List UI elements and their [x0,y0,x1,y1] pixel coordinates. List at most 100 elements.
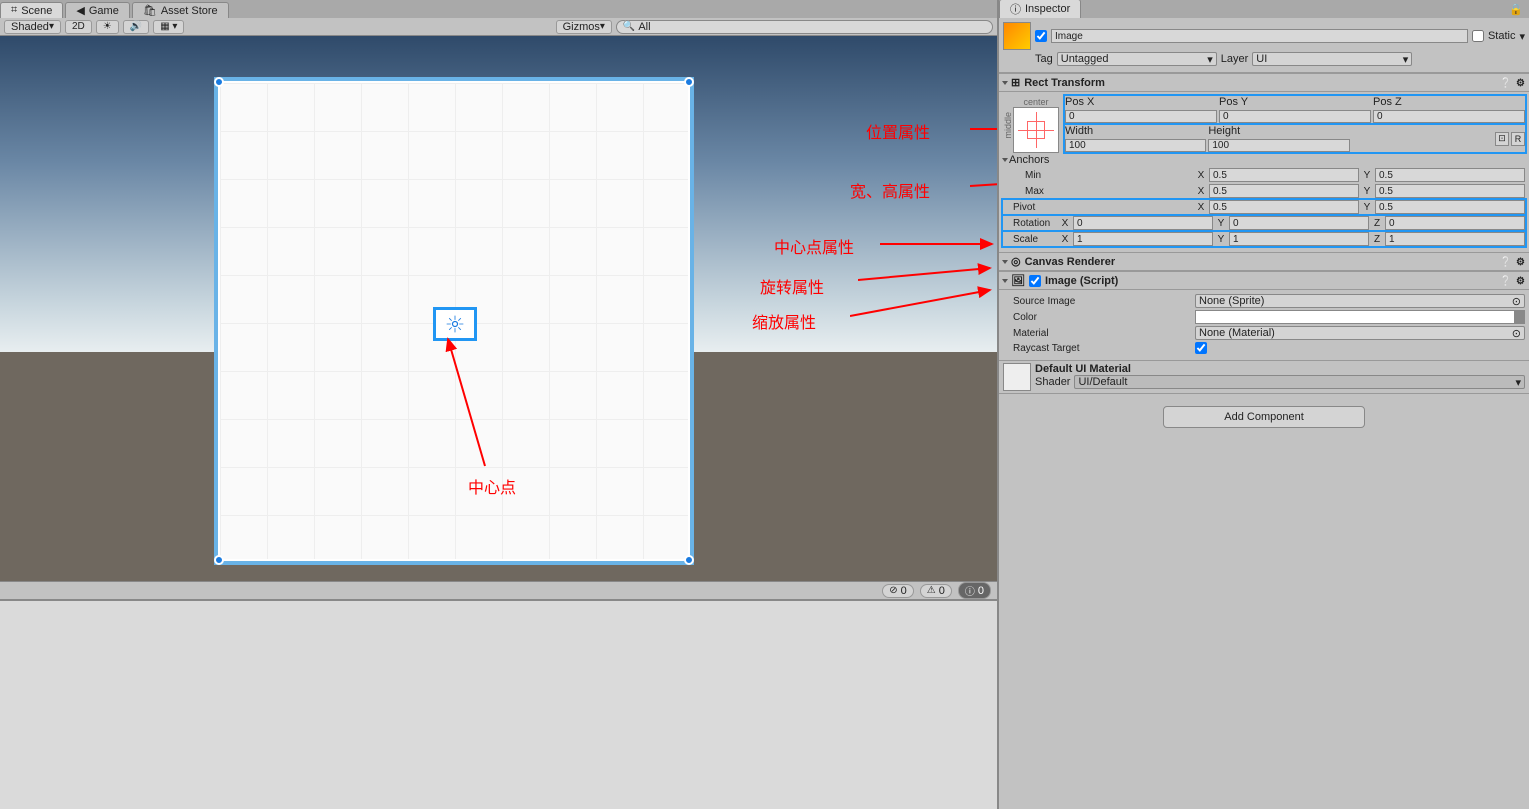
ann-scale: 缩放属性 [752,309,816,333]
scene-statusbar: ⊘ 0 ⚠ 0 ⓘ 0 [0,581,997,599]
blueprint-button[interactable]: ⊡ [1495,132,1509,146]
pivot-y-field[interactable] [1375,200,1525,214]
gizmos-dropdown[interactable]: Gizmos ▾ [556,20,612,34]
foldout-icon[interactable] [1002,279,1008,283]
help-icon[interactable] [1500,256,1512,268]
tag-label: Tag [1035,53,1053,65]
raycast-label: Raycast Target [1003,343,1193,354]
posy-field[interactable] [1219,110,1371,123]
handle-tl[interactable] [214,77,224,87]
layer-dropdown[interactable]: UI▾ [1252,52,1412,66]
rot-y-field[interactable] [1229,216,1369,230]
object-icon [1003,22,1031,50]
active-checkbox[interactable] [1035,30,1047,42]
anchor-maxx-field[interactable] [1209,184,1359,198]
error-count[interactable]: ⊘ 0 [882,584,914,598]
rect-icon: ⊞ [1011,76,1020,89]
anchor-miny-field[interactable] [1375,168,1525,182]
ann-pivot: 中心点属性 [774,234,854,258]
scale-x-field[interactable] [1073,232,1213,246]
raycast-checkbox[interactable] [1195,342,1207,354]
gear-icon[interactable] [1516,275,1525,287]
color-field[interactable] [1195,310,1525,324]
scale-y-field[interactable] [1229,232,1369,246]
height-field[interactable] [1208,139,1349,152]
light-toggle[interactable]: ☀ [96,20,119,34]
posy-label: Pos Y [1219,96,1371,108]
move-gizmo-icon [445,314,465,334]
max-label: Max [1003,186,1193,197]
inspector-panel: ⓘInspector 🔒 Static ▾ Tag Untagged▾ Laye… [999,0,1529,809]
anchor-preset-button[interactable] [1013,107,1059,153]
foldout-icon[interactable] [1002,260,1008,264]
image-script-icon: 🖼 [1011,274,1025,287]
handle-br[interactable] [684,555,694,565]
middle-label: middle [1003,112,1013,139]
info-count[interactable]: ⓘ 0 [958,582,991,599]
ui-canvas[interactable] [218,81,690,561]
anchor-minx-field[interactable] [1209,168,1359,182]
scene-search[interactable]: 🔍 All [616,20,993,34]
canvas-renderer-component: ◎Canvas Renderer [999,252,1529,271]
selected-image[interactable] [433,307,477,341]
handle-tr[interactable] [684,77,694,87]
anchors-foldout[interactable] [1002,158,1008,162]
source-image-label: Source Image [1003,296,1193,307]
lock-icon[interactable]: 🔒 [1503,1,1529,18]
rot-x-field[interactable] [1073,216,1213,230]
posz-label: Pos Z [1373,96,1525,108]
shaded-dropdown[interactable]: Shaded ▾ [4,20,61,34]
source-image-field[interactable]: None (Sprite)⊙ [1195,294,1525,308]
handle-bl[interactable] [214,555,224,565]
posx-label: Pos X [1065,96,1217,108]
foldout-icon[interactable] [1002,81,1008,85]
audio-toggle[interactable]: 🔊 [123,20,149,34]
center-label: center [1013,97,1059,107]
tab-asset-store[interactable]: 🛍Asset Store [132,2,229,18]
tab-inspector[interactable]: ⓘInspector [999,0,1081,18]
scene-tabs: ⌗Scene ◀Game 🛍Asset Store [0,0,997,18]
image-enabled-checkbox[interactable] [1029,275,1041,287]
width-label: Width [1065,125,1206,137]
add-component-button[interactable]: Add Component [1163,406,1365,428]
gear-icon[interactable] [1516,77,1525,89]
rotation-label: Rotation [1003,218,1057,229]
default-material-component: Default UI MaterialShaderUI/Default▾ [999,360,1529,394]
tab-game[interactable]: ◀Game [65,2,129,18]
rect-transform-component: ⊞ Rect Transform middle center [999,73,1529,252]
posz-field[interactable] [1373,110,1525,123]
warn-count[interactable]: ⚠ 0 [920,584,952,598]
help-icon[interactable] [1500,275,1512,287]
canvas-renderer-icon: ◎ [1011,255,1021,268]
material-preview-icon [1003,363,1031,391]
raw-button[interactable]: R [1511,132,1525,146]
fx-toggle[interactable]: ▦ ▾ [153,20,184,34]
layer-label: Layer [1221,53,1249,65]
shader-dropdown[interactable]: UI/Default▾ [1074,375,1525,389]
color-label: Color [1003,312,1193,323]
height-label: Height [1208,125,1349,137]
gear-icon[interactable] [1516,256,1525,268]
pivot-label: Pivot [1003,202,1193,213]
ann-position: 位置属性 [866,119,930,143]
width-field[interactable] [1065,139,1206,152]
object-name-field[interactable] [1051,29,1468,43]
mode-2d-button[interactable]: 2D [65,20,92,34]
rect-title: Rect Transform [1024,77,1105,89]
help-icon[interactable] [1500,77,1512,89]
console-panel [0,599,997,809]
scene-view[interactable]: 中心点 位置属性 宽、高属性 中心点属性 旋转属性 缩放属性 [0,36,997,581]
shader-label: Shader [1035,376,1070,388]
rot-z-field[interactable] [1385,216,1525,230]
anchor-maxy-field[interactable] [1375,184,1525,198]
image-title: Image (Script) [1045,275,1118,287]
image-component: 🖼 Image (Script) Source ImageNone (Sprite… [999,271,1529,360]
pivot-x-field[interactable] [1209,200,1359,214]
ann-rotation: 旋转属性 [760,274,824,298]
posx-field[interactable] [1065,110,1217,123]
static-checkbox[interactable] [1472,30,1484,42]
tag-dropdown[interactable]: Untagged▾ [1057,52,1217,66]
tab-scene[interactable]: ⌗Scene [0,2,63,18]
scale-z-field[interactable] [1385,232,1525,246]
material-field[interactable]: None (Material)⊙ [1195,326,1525,340]
